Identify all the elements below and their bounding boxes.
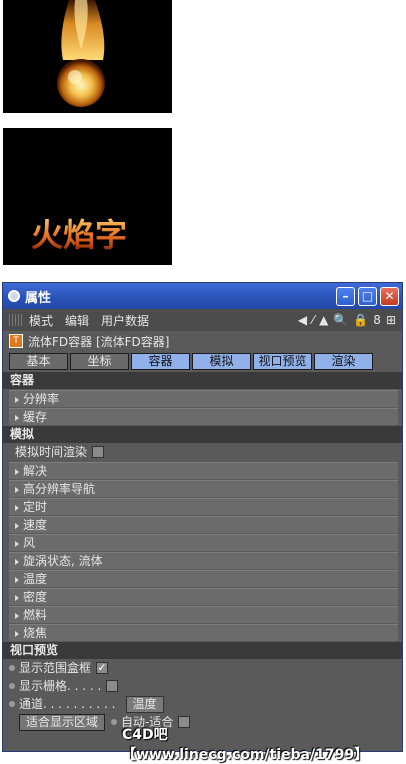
tab-coordinates[interactable]: 坐标 [70,353,129,370]
flame-text: 火焰字 [31,216,127,254]
expand-triangle-icon [15,559,19,565]
channel-dropdown[interactable]: 温度 [125,695,164,713]
group-label: 燃料 [23,608,48,622]
expand-triangle-icon [15,523,19,529]
param-channel: 通道 . . . . . . . . . . 温度 [3,695,402,713]
tab-simulate[interactable]: 模拟 [192,353,251,370]
section-simulate: 模拟 [3,426,402,443]
group-label: 分辨率 [23,392,60,406]
group-label: 解决 [23,464,48,478]
close-icon: ✕ [384,289,395,303]
group-resolution[interactable]: 分辨率 [9,390,398,407]
animation-dot-icon[interactable] [9,683,15,689]
section-viewport-preview: 视口预览 [3,642,402,659]
group-label: 温度 [23,572,48,586]
tab-render[interactable]: 渲染 [314,353,373,370]
show-bbox-checkbox[interactable]: ✓ [96,662,109,674]
up-arrow-icon[interactable]: ▲ [319,313,328,327]
lock-icon[interactable]: 🔒 [353,313,368,327]
grip-icon[interactable] [9,314,23,326]
group-label: 速度 [23,518,48,532]
group-label: 缓存 [23,410,48,424]
object-label: 流体FD容器 [流体FD容器] [28,334,170,349]
section-container: 容器 [3,372,402,389]
animation-dot-icon[interactable] [111,719,118,725]
simulate-render-checkbox[interactable] [92,446,105,458]
window-app-icon [8,290,20,302]
group-density[interactable]: 密度 [9,588,398,605]
param-show-bbox: 显示范围盒框 ✓ [3,659,402,677]
tab-viewport-preview[interactable]: 视口预览 [253,353,312,370]
link-icon[interactable]: 8 [373,313,381,327]
group-burn[interactable]: 烧焦 [9,624,398,641]
param-label: 通道 [19,697,44,711]
group-solve[interactable]: 解决 [9,462,398,479]
back-arrow-icon[interactable]: ◀ [298,313,307,327]
group-velocity[interactable]: 速度 [9,516,398,533]
param-label: 显示范围盒框 [19,661,92,675]
expand-triangle-icon [15,415,19,421]
menu-bar: 模式 编辑 用户数据 ◀ ⁄ ▲ 🔍 🔒 8 ⊞ [3,309,402,331]
expand-triangle-icon [15,613,19,619]
close-button[interactable]: ✕ [380,286,399,306]
minimize-icon: – [342,289,349,303]
watermark-text: C4D吧 【www.linecg.com/tieba/1799】 [122,727,369,763]
group-label: 高分辨率导航 [23,482,96,496]
forward-arrow-icon[interactable]: ⁄ [312,313,314,327]
tab-basic[interactable]: 基本 [9,353,68,370]
group-vortex[interactable]: 旋涡状态, 流体 [9,552,398,569]
search-icon[interactable]: 🔍 [333,313,348,327]
expand-triangle-icon [15,469,19,475]
group-wind[interactable]: 风 [9,534,398,551]
minimize-button[interactable]: – [336,286,355,306]
group-timing[interactable]: 定时 [9,498,398,515]
new-panel-icon[interactable]: ⊞ [386,313,396,327]
fireball-render-image [3,0,172,113]
window-title: 属性 [25,290,52,306]
animation-dot-icon[interactable] [9,665,15,671]
group-label: 定时 [23,500,48,514]
fluid-container-icon: T [9,334,23,348]
maximize-icon: □ [361,289,374,303]
object-header: T 流体FD容器 [流体FD容器] [3,331,402,351]
maximize-button[interactable]: □ [358,286,377,306]
tab-bar: 基本 坐标 容器 模拟 视口预览 渲染 [9,353,402,370]
expand-triangle-icon [15,505,19,511]
param-dots: . . . . . . . . . . [43,697,116,711]
group-label: 烧焦 [23,626,48,640]
menu-edit[interactable]: 编辑 [65,312,89,329]
group-high-res[interactable]: 高分辨率导航 [9,480,398,497]
expand-triangle-icon [15,595,19,601]
expand-triangle-icon [15,577,19,583]
menu-mode[interactable]: 模式 [29,312,53,329]
menu-user-data[interactable]: 用户数据 [101,312,149,329]
show-grid-checkbox[interactable] [106,680,119,692]
expand-triangle-icon [15,487,19,493]
fit-display-area-button[interactable]: 适合显示区域 [19,713,106,731]
group-label: 旋涡状态, 流体 [23,554,103,568]
window-titlebar[interactable]: 属性 – □ ✕ [3,283,402,309]
group-temperature[interactable]: 温度 [9,570,398,587]
param-label: 模拟时间渲染 [15,445,88,459]
param-label: 显示栅格. . . . . [19,679,102,693]
expand-triangle-icon [15,397,19,403]
group-label: 密度 [23,590,48,604]
tab-container[interactable]: 容器 [131,353,190,370]
attributes-panel: 属性 – □ ✕ 模式 编辑 用户数据 ◀ ⁄ ▲ 🔍 🔒 8 ⊞ T 流体FD… [2,282,403,752]
group-fuel[interactable]: 燃料 [9,606,398,623]
flame-text-render-image: 火焰字 [3,128,172,265]
expand-triangle-icon [15,631,19,637]
group-cache[interactable]: 缓存 [9,408,398,425]
param-show-grid: 显示栅格. . . . . [3,677,402,695]
expand-triangle-icon [15,541,19,547]
animation-dot-icon[interactable] [9,701,15,707]
group-label: 风 [23,536,36,550]
param-simulate-render: 模拟时间渲染 [3,443,402,461]
